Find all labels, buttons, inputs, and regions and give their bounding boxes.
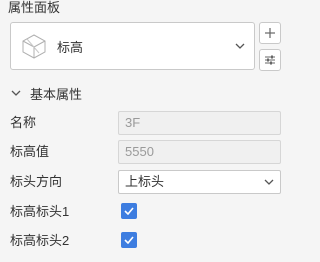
- settings-sliders-icon: [265, 55, 275, 65]
- checkmark-icon: [124, 236, 134, 244]
- elevation-field: 5550: [118, 140, 281, 164]
- property-row-name: 名称 3F: [0, 111, 292, 135]
- head-direction-value: 上标头: [125, 174, 165, 189]
- property-row-head2: 标高标头2: [0, 229, 292, 253]
- property-row-head1: 标高标头1: [0, 200, 292, 224]
- chevron-down-icon: [234, 40, 246, 52]
- property-label-head2: 标高标头2: [10, 233, 70, 248]
- property-row-elevation: 标高值 5550: [0, 140, 292, 164]
- type-selector-dropdown[interactable]: 标高: [10, 22, 255, 70]
- head2-checkbox[interactable]: [121, 232, 137, 248]
- edit-type-button[interactable]: [259, 49, 281, 71]
- head-direction-select[interactable]: 上标头: [118, 170, 281, 194]
- property-row-head-direction: 标头方向 上标头: [0, 170, 292, 194]
- property-label-elevation: 标高值: [10, 144, 50, 159]
- type-selector-label: 标高: [57, 39, 84, 55]
- panel-title: 属性面板: [8, 0, 61, 15]
- property-label-head1: 标高标头1: [10, 204, 70, 219]
- plus-icon: [265, 28, 275, 38]
- head1-checkbox[interactable]: [121, 203, 137, 219]
- property-label-head-direction: 标头方向: [10, 174, 63, 189]
- checkmark-icon: [124, 207, 134, 215]
- section-label: 基本属性: [30, 86, 83, 102]
- chevron-down-icon: [264, 177, 274, 187]
- level-type-icon: [19, 31, 49, 61]
- basic-properties-section-toggle[interactable]: 基本属性: [10, 84, 82, 102]
- add-type-button[interactable]: [259, 22, 281, 44]
- property-label-name: 名称: [10, 115, 37, 130]
- name-field: 3F: [118, 111, 281, 135]
- chevron-down-icon: [10, 87, 22, 99]
